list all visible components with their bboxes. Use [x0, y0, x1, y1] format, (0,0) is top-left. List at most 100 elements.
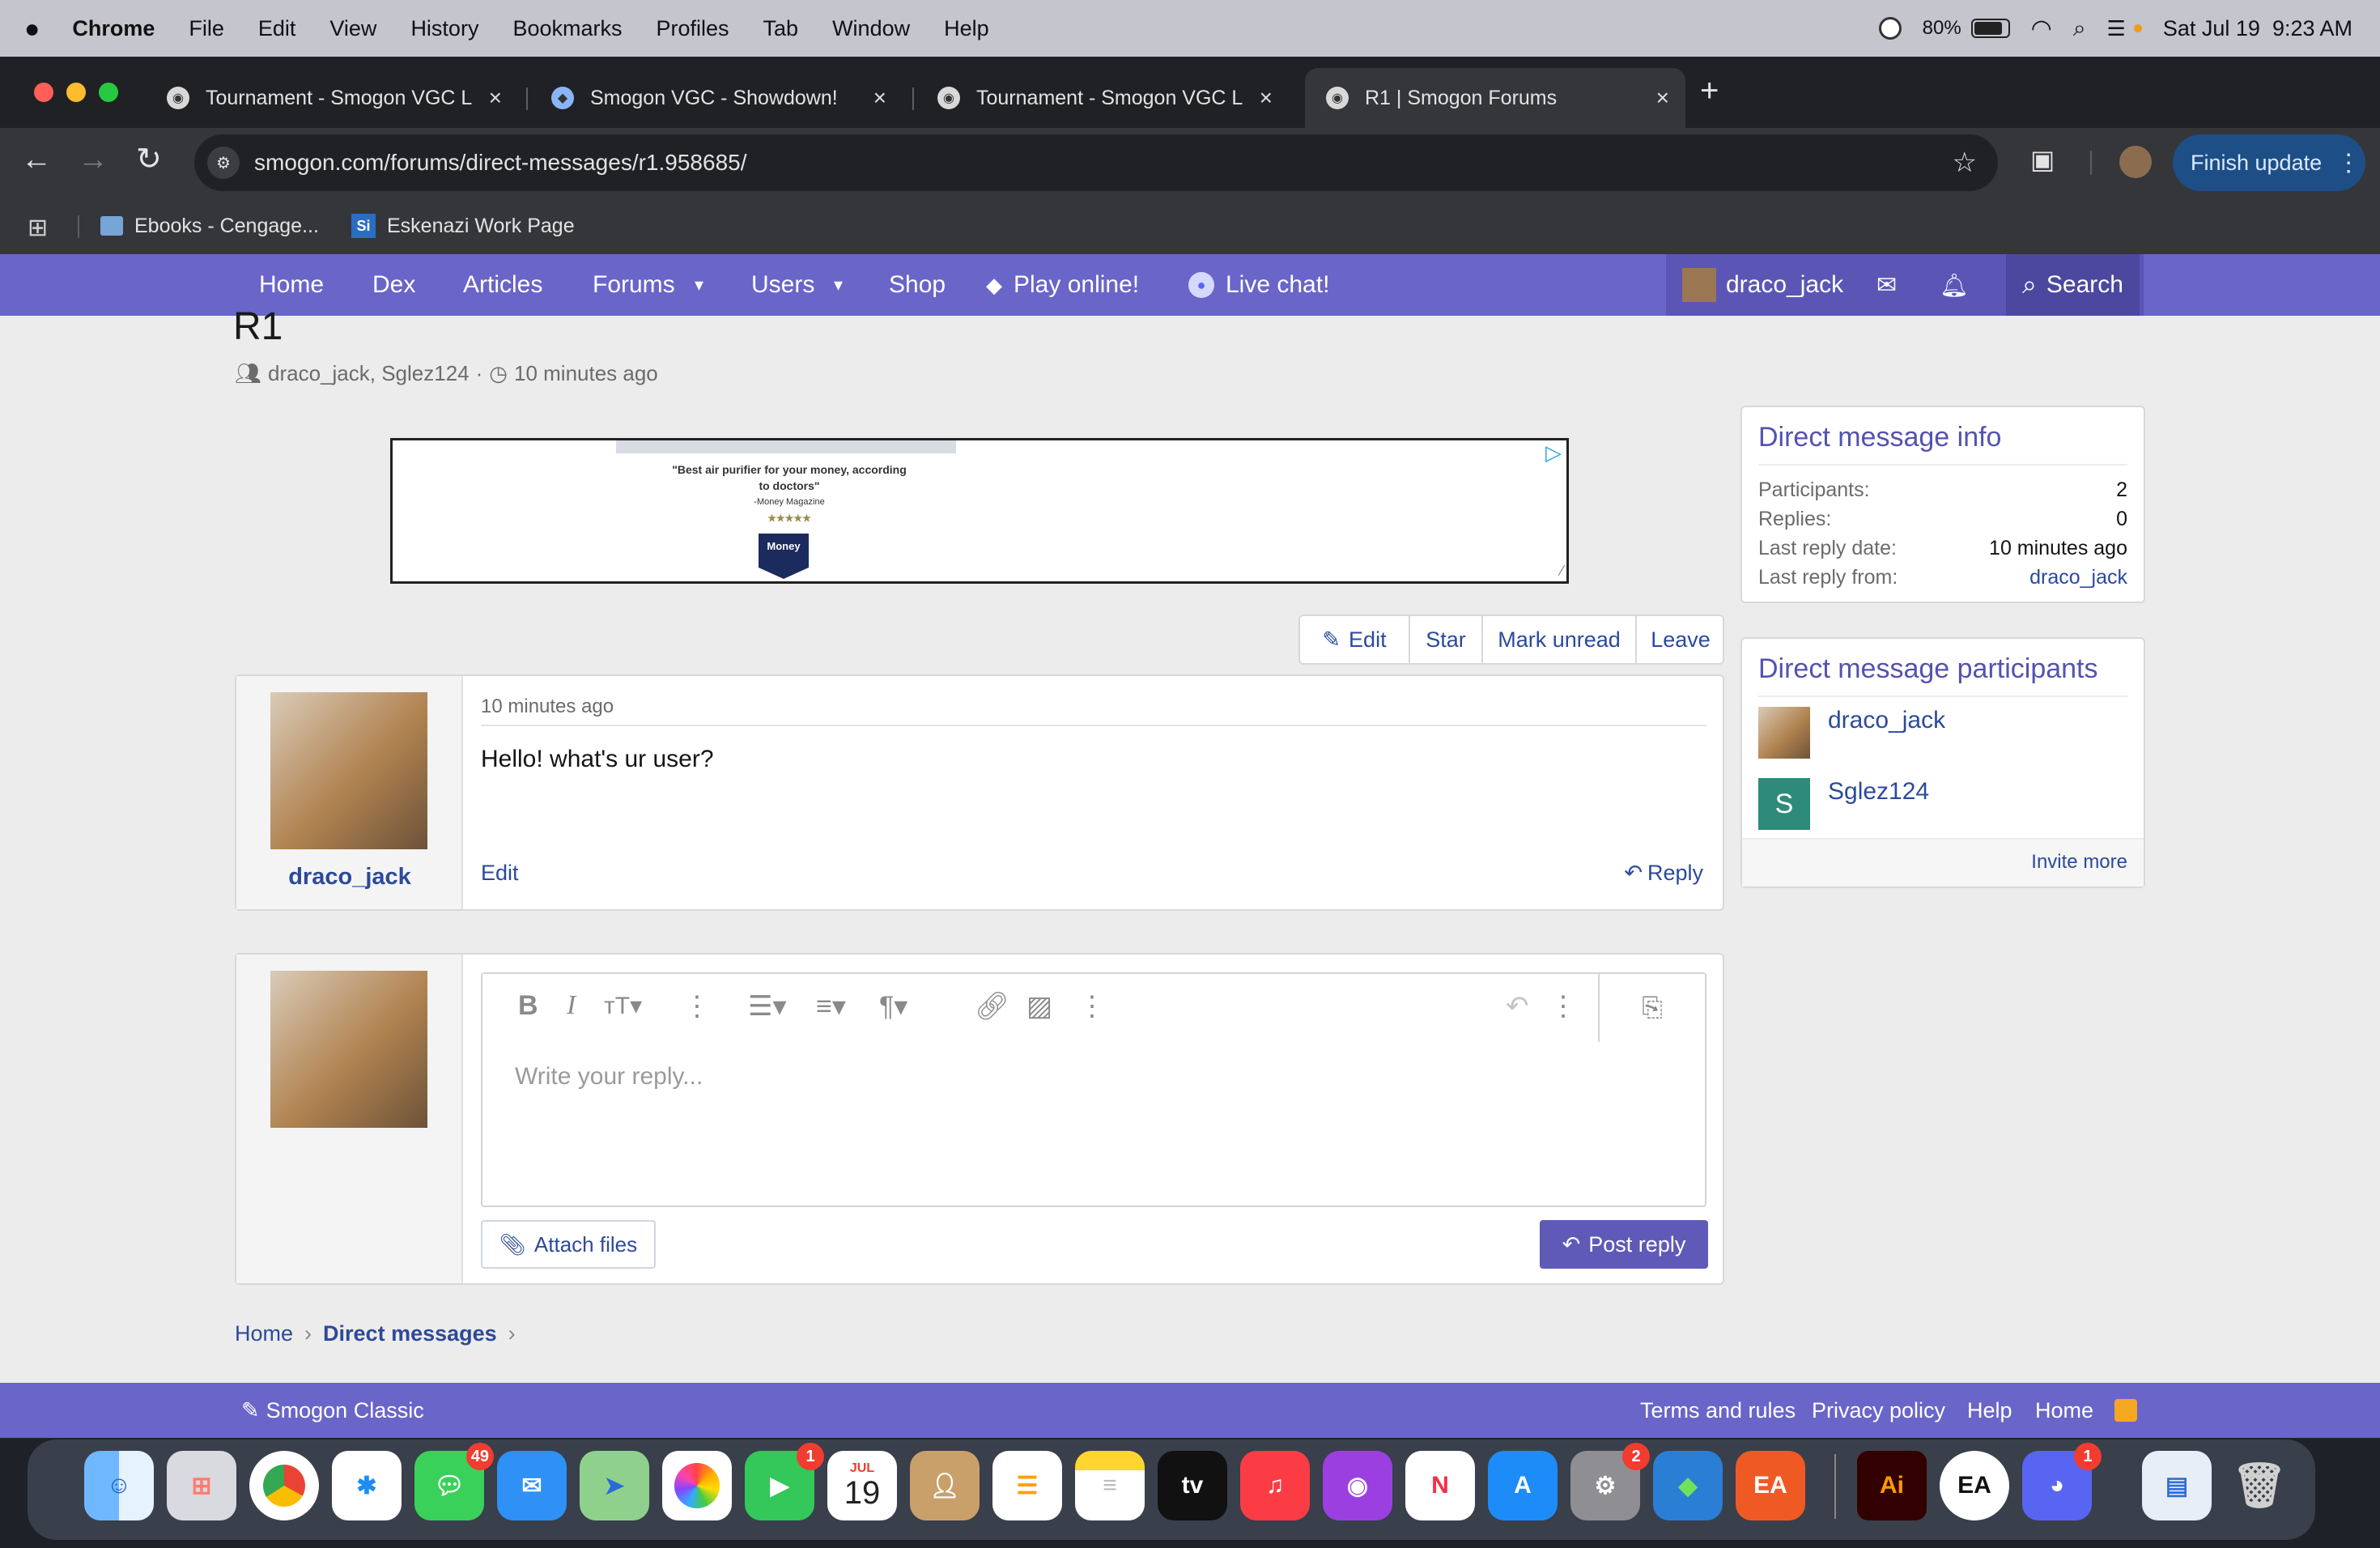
dock-app-store[interactable]: A [1488, 1451, 1558, 1520]
nav-search[interactable]: ⌕ Search [2006, 254, 2140, 316]
message-author-avatar[interactable] [270, 692, 427, 849]
thread-participants[interactable]: draco_jack, Sglez124 [268, 361, 470, 386]
new-tab-icon[interactable]: + [1700, 73, 1719, 109]
tab-close-icon[interactable]: × [489, 85, 502, 111]
bold-icon[interactable]: B [518, 990, 538, 1022]
reading-mode-icon[interactable]: ▣ [2030, 144, 2055, 175]
dock-safari[interactable]: ✱ [332, 1451, 402, 1520]
wifi-icon[interactable]: ◠ [2031, 15, 2052, 43]
menu-profiles[interactable]: Profiles [657, 16, 729, 41]
paragraph-icon[interactable]: ¶▾ [879, 990, 907, 1023]
dock-launchpad[interactable]: ⊞ [167, 1451, 236, 1520]
list-icon[interactable]: ☰▾ [748, 990, 787, 1023]
more-insert-icon[interactable]: ⋮ [1078, 990, 1106, 1023]
advertisement-banner[interactable]: "Best air purifier for your money, accor… [390, 438, 1569, 584]
forums-dropdown-icon[interactable]: ▾ [695, 254, 703, 316]
dock-chrome[interactable] [249, 1451, 319, 1520]
reply-textarea[interactable]: Write your reply... [482, 1042, 1705, 1206]
menu-window[interactable]: Window [832, 16, 910, 41]
dock-notes[interactable]: ≡ [1075, 1451, 1145, 1520]
dock-tv[interactable]: tv [1158, 1451, 1227, 1520]
ad-close-icon[interactable]: ⁄ [1561, 563, 1563, 580]
attach-files-button[interactable]: 📎︎ Attach files [481, 1220, 656, 1269]
footer-privacy[interactable]: Privacy policy [1812, 1383, 1945, 1438]
invite-more-link[interactable]: Invite more [2031, 851, 2127, 874]
menu-file[interactable]: File [189, 16, 224, 41]
dock-photos[interactable] [662, 1451, 732, 1520]
control-center-icon[interactable]: ☰ [2107, 16, 2126, 41]
message-edit-link[interactable]: Edit [481, 861, 519, 886]
nav-dex[interactable]: Dex [372, 254, 415, 316]
dock-contacts[interactable]: 👤︎ [910, 1451, 980, 1520]
nav-articles[interactable]: Articles [463, 254, 542, 316]
mark-unread-button[interactable]: Mark unread [1483, 616, 1637, 663]
message-reply-button[interactable]: ↶ Reply [1624, 861, 1703, 886]
menu-help[interactable]: Help [944, 16, 989, 41]
menu-edit[interactable]: Edit [258, 16, 296, 41]
menu-view[interactable]: View [329, 16, 376, 41]
profile-avatar[interactable] [2119, 146, 2152, 178]
footer-home[interactable]: Home [2035, 1383, 2093, 1438]
tab-close-icon[interactable]: × [1656, 85, 1669, 111]
users-dropdown-icon[interactable]: ▾ [834, 254, 843, 316]
tab-tournament-2[interactable]: ◉ Tournament - Smogon VGC L × [916, 68, 1289, 128]
tab-r1-active[interactable]: ◉ R1 | Smogon Forums × [1305, 68, 1685, 128]
dock-facetime[interactable]: ▶ 1 [745, 1443, 824, 1520]
dock-maps[interactable]: ➤ [580, 1451, 649, 1520]
finish-update-button[interactable]: Finish update ⋮ [2173, 134, 2365, 191]
dock-ea-orange[interactable]: EA [1736, 1451, 1805, 1520]
breadcrumb-home[interactable]: Home [235, 1321, 293, 1346]
inbox-icon[interactable]: ✉ [1876, 271, 1897, 300]
forward-icon[interactable]: → [78, 142, 108, 177]
dock-ea[interactable]: EA [1940, 1451, 2009, 1520]
dock-discord[interactable]: ◕ 1 [2022, 1443, 2102, 1520]
footer-terms[interactable]: Terms and rules [1640, 1383, 1796, 1438]
participant-avatar-2[interactable]: S [1758, 778, 1810, 830]
reload-icon[interactable]: ↻ [136, 141, 162, 177]
nav-forums[interactable]: Forums [593, 254, 675, 316]
dock-finder[interactable]: ☺ [84, 1451, 154, 1520]
nav-users[interactable]: Users [751, 254, 814, 316]
post-reply-button[interactable]: ↶ Post reply [1540, 1220, 1708, 1269]
dock-calendar[interactable]: JUL 19 [827, 1451, 897, 1520]
nav-live-chat[interactable]: ● Live chat! [1188, 254, 1329, 316]
bookmark-ebooks[interactable]: Ebooks - Cengage... [100, 198, 319, 254]
link-icon[interactable]: 🔗︎ [975, 990, 1009, 1023]
last-reply-from-value[interactable]: draco_jack [2029, 566, 2127, 589]
thread-time[interactable]: 10 minutes ago [514, 361, 658, 386]
dock-downloads[interactable]: ▤ [2142, 1451, 2212, 1520]
tab-showdown[interactable]: ◆ Smogon VGC - Showdown! × [530, 68, 903, 128]
back-icon[interactable]: ← [21, 142, 52, 177]
site-info-icon[interactable]: ⚙ [207, 147, 240, 179]
nav-account[interactable]: draco_jack [1682, 268, 1843, 302]
adchoices-icon[interactable]: ▷ [1545, 440, 1562, 466]
url-text[interactable]: smogon.com/forums/direct-messages/r1.958… [254, 150, 747, 176]
undo-icon[interactable]: ↶ [1506, 990, 1529, 1023]
edit-thread-button[interactable]: ✎ Edit [1300, 616, 1410, 663]
dock-trash[interactable]: 🗑︎ [2225, 1451, 2294, 1520]
dock-messages[interactable]: 💬︎ 49 [414, 1443, 494, 1520]
rss-icon[interactable] [2114, 1399, 2137, 1422]
tab-close-icon[interactable]: × [1260, 85, 1273, 111]
breadcrumb-direct-messages[interactable]: Direct messages [323, 1321, 497, 1346]
dock-mail[interactable]: ✉ [497, 1451, 567, 1520]
tab-tournament-1[interactable]: ◉ Tournament - Smogon VGC L × [146, 68, 518, 128]
smogon-classic-link[interactable]: ✎ Smogon Classic [241, 1383, 424, 1438]
dock-sims[interactable]: ◆ [1653, 1451, 1723, 1520]
nav-play-online[interactable]: ◆ Play online! [986, 254, 1139, 316]
spotlight-icon[interactable]: ⌕ [2073, 15, 2086, 42]
text-size-icon[interactable]: тT▾ [604, 992, 642, 1020]
menu-tab[interactable]: Tab [763, 16, 799, 41]
tab-close-icon[interactable]: × [873, 85, 886, 111]
window-close-icon[interactable] [34, 83, 53, 102]
apple-icon[interactable]: ● [24, 14, 40, 44]
bookmark-eskenazi[interactable]: Si Eskenazi Work Page [351, 198, 575, 254]
menu-bookmarks[interactable]: Bookmarks [512, 16, 622, 41]
apps-grid-icon[interactable]: ⊞ [28, 214, 48, 242]
dock-podcasts[interactable]: ◉ [1323, 1451, 1392, 1520]
focus-icon[interactable] [1878, 17, 1902, 40]
dock-system-settings[interactable]: ⚙ 2 [1570, 1443, 1650, 1520]
bookmark-star-icon[interactable]: ☆ [1953, 147, 1977, 179]
address-bar[interactable]: ⚙ smogon.com/forums/direct-messages/r1.9… [194, 134, 1998, 191]
window-zoom-icon[interactable] [99, 83, 118, 102]
